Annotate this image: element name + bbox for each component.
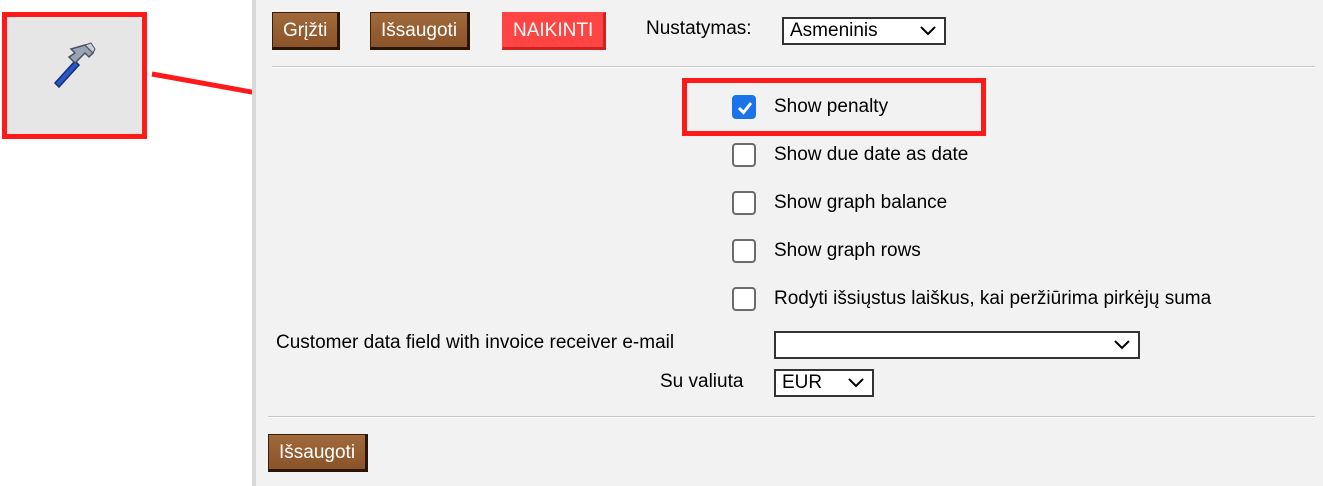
setting-label: Nustatymas: <box>646 18 752 39</box>
footer-save-button[interactable]: Išsaugoti <box>268 434 369 472</box>
email-field-select[interactable] <box>774 331 1140 359</box>
highlight-frame <box>682 78 986 136</box>
chevron-down-icon <box>1114 340 1130 350</box>
hammer-icon[interactable] <box>45 39 97 91</box>
currency-select[interactable]: EUR <box>774 369 874 397</box>
divider <box>268 416 1315 418</box>
show-due-date-checkbox[interactable] <box>732 143 756 167</box>
show-graph-balance-checkbox[interactable] <box>732 191 756 215</box>
show-graph-rows-label: Show graph rows <box>774 240 921 261</box>
setting-select[interactable]: Asmeninis <box>782 17 946 45</box>
delete-button[interactable]: NAIKINTI <box>502 12 607 50</box>
settings-icon-callout <box>2 12 147 139</box>
show-sent-letters-label: Rodyti išsiųstus laiškus, kai peržiūrima… <box>774 288 1212 309</box>
divider <box>272 66 1315 68</box>
chevron-down-icon <box>920 26 936 36</box>
show-sent-letters-checkbox[interactable] <box>732 287 756 311</box>
currency-select-value: EUR <box>782 372 823 393</box>
back-button[interactable]: Grįžti <box>272 12 341 50</box>
save-button[interactable]: Išsaugoti <box>370 12 471 50</box>
show-graph-balance-label: Show graph balance <box>774 192 948 213</box>
email-field-label: Customer data field with invoice receive… <box>276 332 675 353</box>
show-due-date-label: Show due date as date <box>774 144 969 165</box>
setting-select-value: Asmeninis <box>790 20 878 41</box>
currency-label: Su valiuta <box>660 371 744 392</box>
chevron-down-icon <box>848 378 864 388</box>
show-graph-rows-checkbox[interactable] <box>732 239 756 263</box>
